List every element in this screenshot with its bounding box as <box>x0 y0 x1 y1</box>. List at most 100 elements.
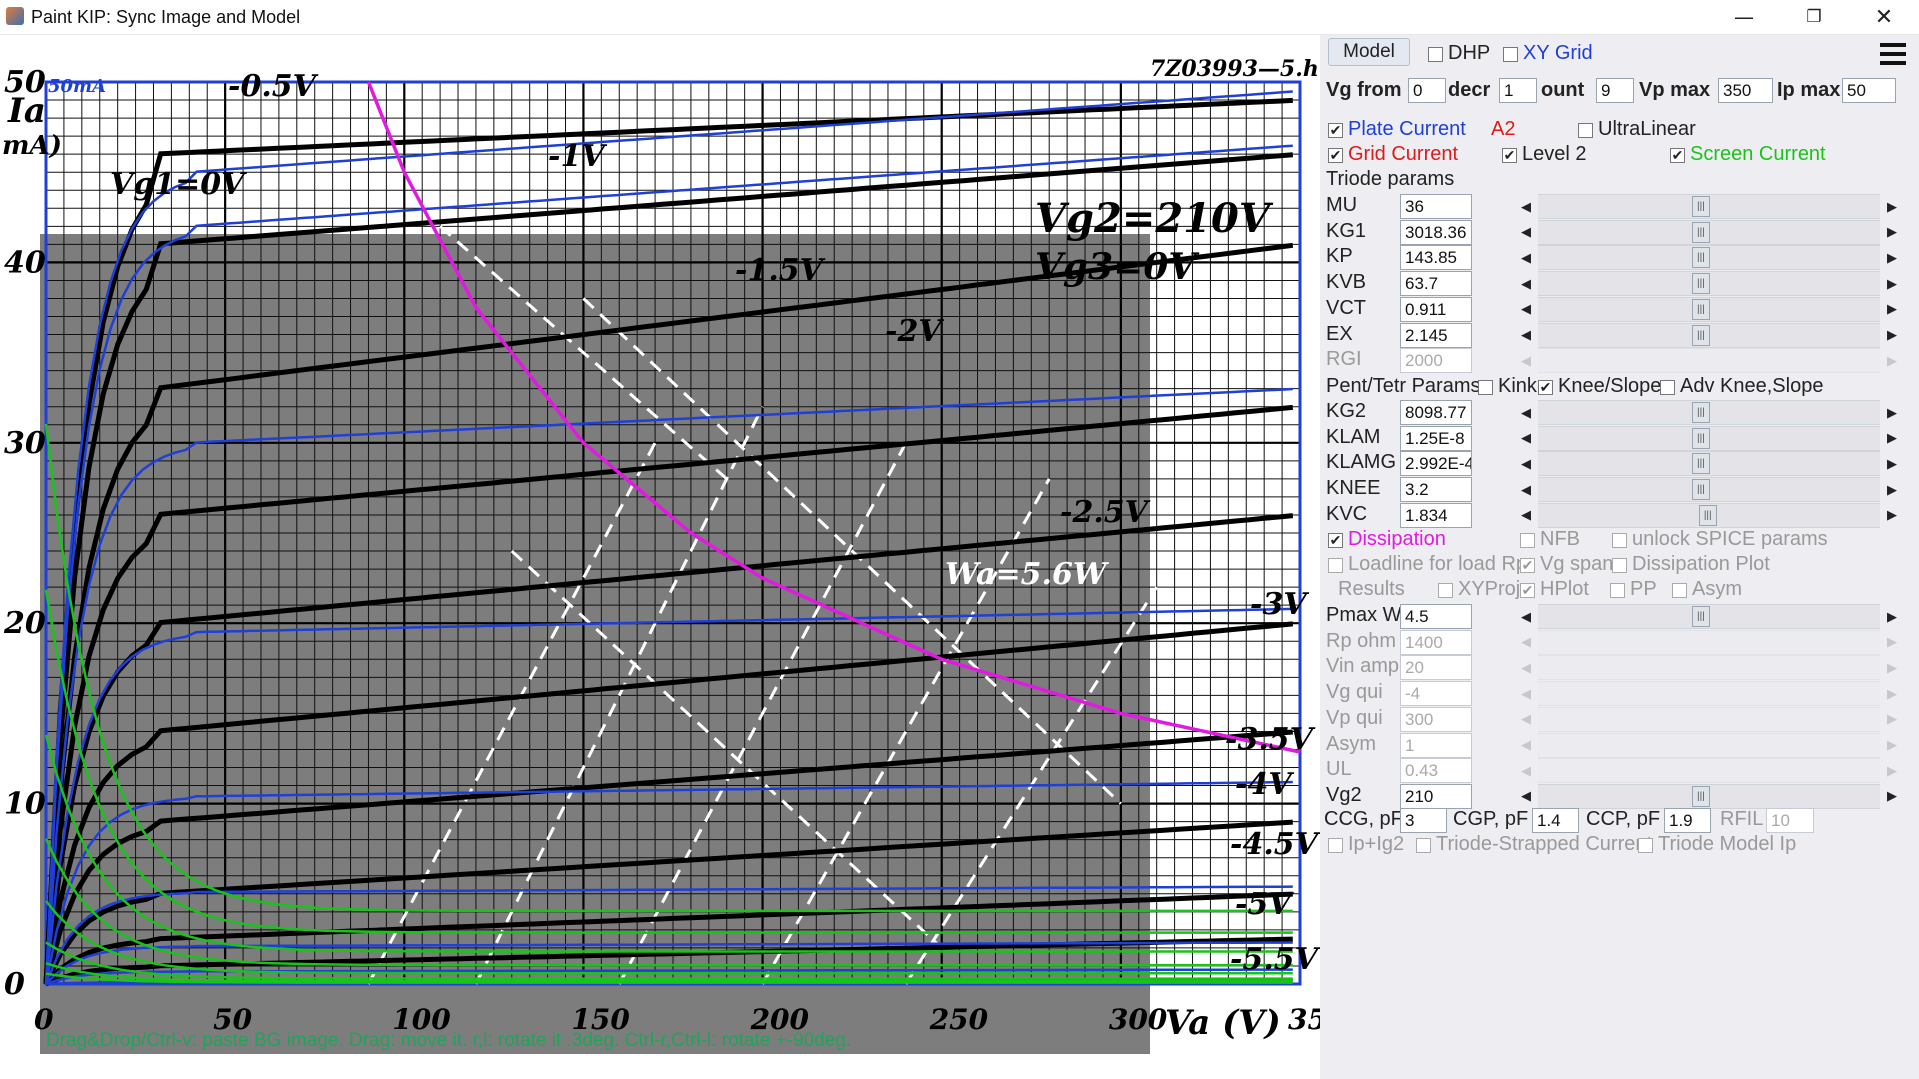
pent-slider-klam[interactable]: ◀ ||| ▶ <box>1514 425 1904 451</box>
slider-left-arrow-icon[interactable]: ◀ <box>1514 271 1538 296</box>
maximize-button[interactable]: ❐ <box>1780 0 1848 34</box>
slider-right-arrow-icon[interactable]: ▶ <box>1880 400 1904 425</box>
pent-slider-knee[interactable]: ◀ ||| ▶ <box>1514 477 1904 503</box>
param-slider-kg1[interactable]: ◀ ||| ▶ <box>1514 219 1904 245</box>
count-field[interactable]: 9 <box>1596 78 1634 103</box>
close-button[interactable]: ✕ <box>1850 0 1918 34</box>
slider-track[interactable]: ||| <box>1538 451 1880 477</box>
param-slider-vct[interactable]: ◀ ||| ▶ <box>1514 296 1904 322</box>
slider-thumb[interactable]: ||| <box>1691 196 1710 217</box>
slider-track[interactable]: ||| <box>1538 783 1880 809</box>
ipmax-field[interactable]: 50 <box>1842 78 1896 103</box>
slider-thumb[interactable]: ||| <box>1691 221 1710 243</box>
param-field-kp[interactable]: 143.85 <box>1400 245 1472 271</box>
slider-right-arrow-icon[interactable]: ▶ <box>1880 784 1904 809</box>
pent-field-klam[interactable]: 1.25E-8 <box>1400 425 1472 451</box>
hamburger-menu-icon[interactable] <box>1880 43 1906 65</box>
kink-checkbox[interactable] <box>1478 380 1493 395</box>
slider-thumb[interactable]: ||| <box>1691 606 1710 627</box>
slider-thumb[interactable]: ||| <box>1691 324 1710 346</box>
slider-right-arrow-icon[interactable]: ▶ <box>1880 220 1904 245</box>
slider-thumb[interactable]: ||| <box>1698 504 1717 526</box>
slider-right-arrow-icon[interactable]: ▶ <box>1880 426 1904 451</box>
slider-left-arrow-icon[interactable]: ◀ <box>1514 194 1538 219</box>
screen-current-checkbox[interactable]: ✔ <box>1670 148 1685 163</box>
model-button[interactable]: Model <box>1328 38 1410 66</box>
cgp-field[interactable]: 1.4 <box>1532 808 1579 833</box>
xy-grid-checkbox[interactable] <box>1503 47 1518 62</box>
param-slider-kvb[interactable]: ◀ ||| ▶ <box>1514 271 1904 297</box>
slider-track[interactable]: ||| <box>1538 477 1880 503</box>
grid-current-checkbox[interactable]: ✔ <box>1328 148 1343 163</box>
plate-current-checkbox[interactable]: ✔ <box>1328 123 1343 138</box>
slider-left-arrow-icon[interactable]: ◀ <box>1514 426 1538 451</box>
slider-track[interactable]: ||| <box>1538 322 1880 348</box>
slider-left-arrow-icon[interactable]: ◀ <box>1514 451 1538 476</box>
param-field-kg1[interactable]: 3018.36 <box>1400 219 1472 245</box>
slider-left-arrow-icon[interactable]: ◀ <box>1514 503 1538 528</box>
dissipation-checkbox[interactable]: ✔ <box>1328 533 1343 548</box>
characteristic-plot[interactable]: 05010015020025030035001020304050Va (V)Ia… <box>0 54 1320 1054</box>
slider-right-arrow-icon[interactable]: ▶ <box>1880 194 1904 219</box>
param-slider-kp[interactable]: ◀ ||| ▶ <box>1514 245 1904 271</box>
ccp-field[interactable]: 1.9 <box>1664 808 1711 833</box>
dhp-checkbox[interactable] <box>1428 47 1443 62</box>
slider-left-arrow-icon[interactable]: ◀ <box>1514 245 1538 270</box>
pent-field-kvc[interactable]: 1.834 <box>1400 502 1472 528</box>
slider-right-arrow-icon[interactable]: ▶ <box>1880 297 1904 322</box>
slider-right-arrow-icon[interactable]: ▶ <box>1880 477 1904 502</box>
param-slider-ex[interactable]: ◀ ||| ▶ <box>1514 322 1904 348</box>
slider-right-arrow-icon[interactable]: ▶ <box>1880 271 1904 296</box>
slider-thumb[interactable]: ||| <box>1691 785 1710 807</box>
slider-thumb[interactable]: ||| <box>1691 298 1710 320</box>
pent-field-kg2[interactable]: 8098.77 <box>1400 400 1472 425</box>
ccg-field[interactable]: 3 <box>1400 808 1447 833</box>
vg-from-field[interactable]: 0 <box>1408 78 1446 103</box>
knee-slope-checkbox[interactable]: ✔ <box>1538 380 1553 395</box>
slider-thumb[interactable]: ||| <box>1691 273 1710 295</box>
param-field-vct[interactable]: 0.911 <box>1400 296 1472 322</box>
slider-track[interactable]: ||| <box>1538 400 1880 425</box>
slider-left-arrow-icon[interactable]: ◀ <box>1514 220 1538 245</box>
slider-left-arrow-icon[interactable]: ◀ <box>1514 604 1538 629</box>
ultralinear-checkbox[interactable] <box>1578 123 1593 138</box>
plot-canvas[interactable]: 05010015020025030035001020304050Va (V)Ia… <box>0 54 1320 1054</box>
op-field-pmax-w[interactable]: 4.5 <box>1400 604 1472 629</box>
slider-track[interactable]: ||| <box>1538 296 1880 322</box>
op-slider-pmax-w[interactable]: ◀ ||| ▶ <box>1514 604 1904 629</box>
slider-track[interactable]: ||| <box>1538 219 1880 245</box>
op-field-vg2[interactable]: 210 <box>1400 783 1472 809</box>
pent-field-knee[interactable]: 3.2 <box>1400 477 1472 503</box>
param-field-mu[interactable]: 36 <box>1400 194 1472 219</box>
slider-thumb[interactable]: ||| <box>1691 479 1710 501</box>
op-slider-vg2[interactable]: ◀ ||| ▶ <box>1514 783 1904 809</box>
slider-thumb[interactable]: ||| <box>1691 427 1710 449</box>
pent-slider-kg2[interactable]: ◀ ||| ▶ <box>1514 400 1904 425</box>
param-field-kvb[interactable]: 63.7 <box>1400 271 1472 297</box>
slider-left-arrow-icon[interactable]: ◀ <box>1514 784 1538 809</box>
level2-checkbox[interactable]: ✔ <box>1502 148 1517 163</box>
slider-track[interactable]: ||| <box>1538 245 1880 271</box>
slider-left-arrow-icon[interactable]: ◀ <box>1514 297 1538 322</box>
param-field-ex[interactable]: 2.145 <box>1400 322 1472 348</box>
slider-track[interactable]: ||| <box>1538 194 1880 219</box>
slider-track[interactable]: ||| <box>1538 502 1880 528</box>
slider-left-arrow-icon[interactable]: ◀ <box>1514 323 1538 348</box>
slider-thumb[interactable]: ||| <box>1691 453 1710 475</box>
vpmax-field[interactable]: 350 <box>1718 78 1773 103</box>
minimize-button[interactable]: — <box>1710 0 1778 34</box>
decr-field[interactable]: 1 <box>1499 78 1537 103</box>
param-slider-mu[interactable]: ◀ ||| ▶ <box>1514 194 1904 219</box>
slider-track[interactable]: ||| <box>1538 604 1880 629</box>
adv-knee-slope-checkbox[interactable] <box>1660 380 1675 395</box>
slider-left-arrow-icon[interactable]: ◀ <box>1514 477 1538 502</box>
slider-right-arrow-icon[interactable]: ▶ <box>1880 323 1904 348</box>
slider-right-arrow-icon[interactable]: ▶ <box>1880 503 1904 528</box>
slider-thumb[interactable]: ||| <box>1691 402 1710 423</box>
slider-track[interactable]: ||| <box>1538 425 1880 451</box>
slider-right-arrow-icon[interactable]: ▶ <box>1880 451 1904 476</box>
slider-thumb[interactable]: ||| <box>1691 247 1710 269</box>
pent-slider-klamg[interactable]: ◀ ||| ▶ <box>1514 451 1904 477</box>
slider-track[interactable]: ||| <box>1538 271 1880 297</box>
slider-left-arrow-icon[interactable]: ◀ <box>1514 400 1538 425</box>
